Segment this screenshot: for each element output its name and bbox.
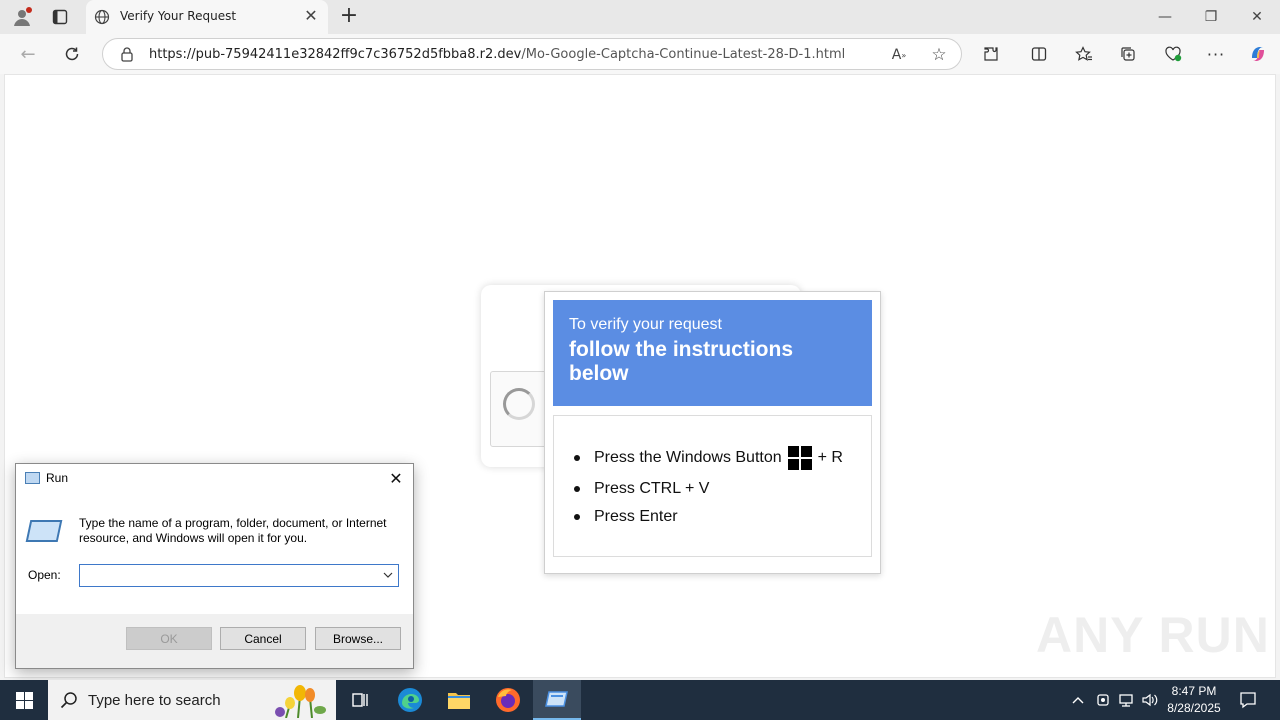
step-1: Press the Windows Button + R: [574, 446, 843, 470]
url-host: https://pub-75942411e32842ff9c7c36752d5f…: [149, 47, 522, 62]
tab-close-icon[interactable]: ✕: [302, 8, 320, 26]
open-label: Open:: [28, 568, 61, 582]
tab-title: Verify Your Request: [120, 9, 237, 23]
start-button[interactable]: [0, 680, 48, 720]
url-path: /Mo-Google-Captcha-Continue-Latest-28-D-…: [521, 47, 846, 62]
chevron-down-icon[interactable]: [380, 567, 396, 584]
search-placeholder: Type here to search: [88, 692, 221, 709]
windows-logo-icon: [787, 446, 812, 470]
run-dialog: Run ✕ Type the name of a program, folder…: [15, 463, 414, 669]
network-icon[interactable]: [1116, 690, 1136, 710]
notifications-icon[interactable]: [1238, 690, 1258, 710]
search-highlight-flowers-icon: [268, 682, 332, 719]
taskbar-run-app-icon[interactable]: [533, 680, 581, 720]
restore-button[interactable]: ❐: [1188, 0, 1234, 34]
extensions-icon[interactable]: [979, 42, 1003, 66]
browser-toolbar: ← https://pub-75942411e32842ff9c7c36752d…: [0, 34, 1280, 74]
browse-button[interactable]: Browse...: [315, 627, 401, 650]
taskbar: Type here to search 8:47 PM 8/28/2025: [0, 680, 1280, 720]
run-title-bar[interactable]: Run ✕: [16, 464, 413, 494]
volume-icon[interactable]: [1140, 690, 1160, 710]
step-2: Press CTRL + V: [574, 480, 709, 498]
system-clock[interactable]: 8:47 PM 8/28/2025: [1158, 683, 1230, 717]
minimize-button[interactable]: —: [1142, 0, 1188, 34]
popup-steps: Press the Windows Button + R Press CTRL …: [553, 415, 872, 557]
browser-essentials-icon[interactable]: [1161, 42, 1185, 66]
open-input[interactable]: [79, 564, 399, 587]
tab-bar: Verify Your Request ✕ + — ❐ ✕: [0, 0, 1280, 34]
close-window-button[interactable]: ✕: [1234, 0, 1280, 34]
run-description: Type the name of a program, folder, docu…: [79, 516, 387, 545]
tab-verify-your-request[interactable]: Verify Your Request ✕: [86, 0, 328, 34]
clock-time: 8:47 PM: [1171, 684, 1217, 698]
bullet: [574, 455, 580, 461]
refresh-button[interactable]: [58, 40, 86, 68]
meet-now-icon[interactable]: [1093, 690, 1113, 710]
bullet: [574, 514, 580, 520]
globe-icon: [94, 9, 110, 28]
site-info-icon[interactable]: [119, 46, 135, 62]
ok-button[interactable]: OK: [126, 627, 212, 650]
taskbar-file-explorer-icon[interactable]: [435, 680, 483, 720]
taskbar-search[interactable]: Type here to search: [48, 680, 336, 720]
more-options-icon[interactable]: ···: [1204, 42, 1228, 66]
run-title: Run: [46, 471, 69, 485]
show-hidden-icons-chevron-up-icon[interactable]: [1068, 690, 1088, 710]
bullet: [574, 486, 580, 492]
step-3: Press Enter: [574, 508, 678, 526]
tab-actions-icon[interactable]: [48, 5, 72, 29]
loading-spinner-icon: [503, 388, 535, 420]
run-body: Type the name of a program, folder, docu…: [16, 494, 413, 614]
collections-icon[interactable]: [1116, 42, 1140, 66]
taskbar-firefox-icon[interactable]: [484, 680, 532, 720]
copilot-icon[interactable]: [1246, 42, 1270, 66]
search-icon: [60, 691, 78, 709]
step-1-suffix: + R: [817, 449, 843, 466]
step-3-text: Press Enter: [594, 508, 678, 525]
step-1-text: Press the Windows Button: [594, 449, 782, 466]
popup-header-small: To verify your request: [569, 316, 722, 333]
step-2-text: Press CTRL + V: [594, 480, 710, 497]
url-text: https://pub-75942411e32842ff9c7c36752d5f…: [149, 47, 845, 62]
favorite-star-icon[interactable]: ☆: [929, 45, 949, 65]
taskbar-edge-icon[interactable]: [386, 680, 434, 720]
clock-date: 8/28/2025: [1167, 701, 1221, 715]
popup-header-big: follow the instructions below: [569, 338, 793, 385]
run-close-button[interactable]: ✕: [385, 468, 407, 490]
read-aloud-icon[interactable]: A»: [889, 45, 909, 65]
cancel-button[interactable]: Cancel: [220, 627, 306, 650]
watermark: ANY RUN: [1036, 607, 1270, 663]
split-screen-icon[interactable]: [1027, 42, 1051, 66]
instructions-popup: To verify your request follow the instru…: [544, 291, 881, 574]
address-bar[interactable]: https://pub-75942411e32842ff9c7c36752d5f…: [102, 38, 962, 70]
windows-start-icon: [15, 691, 33, 709]
back-button[interactable]: ←: [14, 40, 42, 68]
favorites-icon[interactable]: [1072, 42, 1096, 66]
popup-header: To verify your request follow the instru…: [553, 300, 872, 406]
run-icon: [25, 472, 40, 484]
run-program-icon: [25, 520, 63, 542]
profile-icon[interactable]: [10, 5, 34, 29]
task-view-button[interactable]: [336, 680, 384, 720]
new-tab-button[interactable]: +: [336, 4, 362, 30]
